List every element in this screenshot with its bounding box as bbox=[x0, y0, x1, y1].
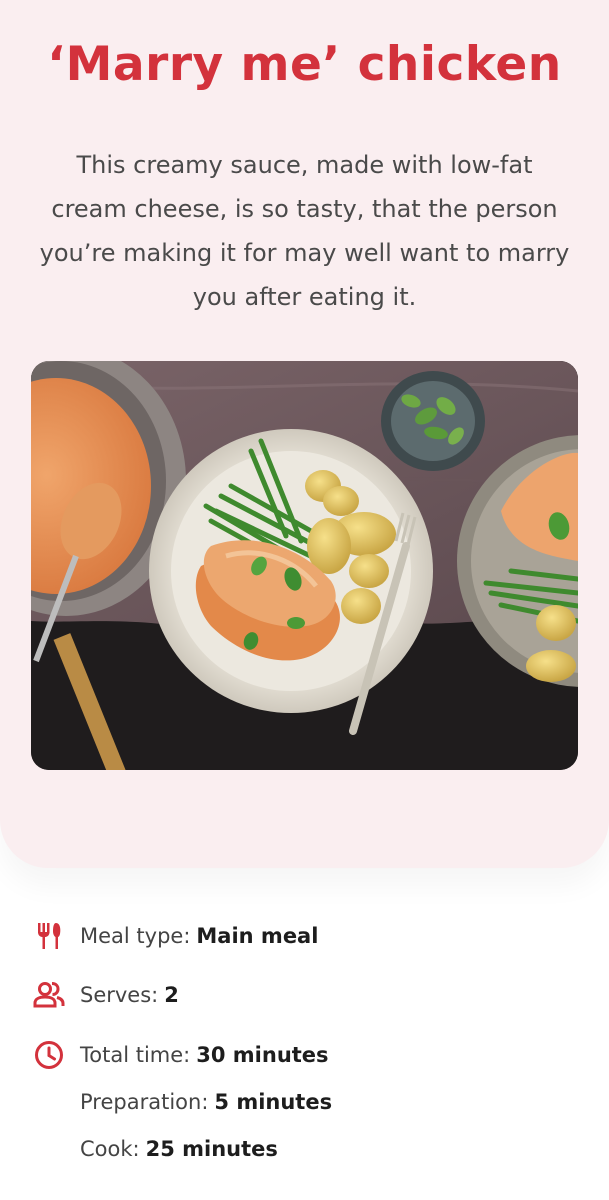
total-time-value: 30 minutes bbox=[196, 1043, 329, 1067]
preparation-value: 5 minutes bbox=[214, 1090, 333, 1114]
preparation-label: Preparation: bbox=[80, 1090, 209, 1114]
cook-label: Cook: bbox=[80, 1137, 140, 1161]
total-time-label: Total time: bbox=[80, 1043, 191, 1067]
meal-type-label: Meal type: bbox=[80, 924, 191, 948]
recipe-title: ‘Marry me’ chicken bbox=[47, 37, 562, 92]
recipe-photo bbox=[31, 361, 578, 770]
cook-value: 25 minutes bbox=[145, 1137, 278, 1161]
meal-type-row: Meal type: Main meal bbox=[32, 918, 318, 954]
cook-row: Cook: 25 minutes bbox=[80, 1131, 278, 1167]
people-icon bbox=[32, 978, 66, 1012]
meal-type-value: Main meal bbox=[196, 924, 319, 948]
cutlery-icon bbox=[32, 919, 66, 953]
serves-row: Serves: 2 bbox=[32, 977, 179, 1013]
recipe-description: This creamy sauce, made with low-fat cre… bbox=[39, 151, 570, 311]
total-time-row: Total time: 30 minutes bbox=[32, 1037, 329, 1073]
clock-icon bbox=[32, 1038, 66, 1072]
recipe-hero: ‘Marry me’ chicken This creamy sauce, ma… bbox=[0, 0, 609, 868]
serves-value: 2 bbox=[164, 983, 179, 1007]
serves-label: Serves: bbox=[80, 983, 159, 1007]
preparation-row: Preparation: 5 minutes bbox=[80, 1084, 332, 1120]
